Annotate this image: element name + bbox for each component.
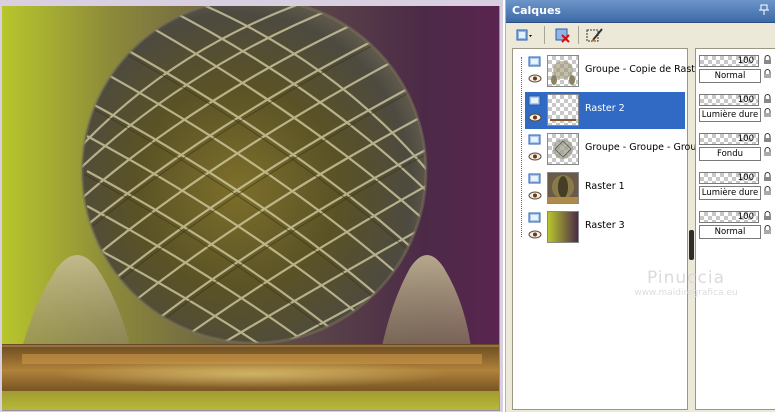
lock-icon[interactable] — [763, 94, 772, 104]
opacity-slider[interactable]: 100 — [699, 55, 759, 67]
opacity-value: 100 — [737, 95, 754, 105]
new-layer-icon — [516, 29, 532, 41]
artwork-image[interactable] — [2, 6, 500, 411]
delete-layer-button[interactable] — [552, 26, 574, 46]
group-tree-line — [521, 57, 523, 237]
layer-name: Raster 3 — [585, 220, 625, 231]
visibility-eye-icon[interactable] — [528, 230, 542, 239]
layer-properties: 100 Fondu — [699, 131, 773, 165]
blend-mode-select[interactable]: Normal — [699, 225, 761, 239]
opacity-value: 100 — [737, 173, 754, 183]
palette-title-bar[interactable]: Calques — [506, 0, 775, 23]
link-icon[interactable] — [763, 108, 772, 118]
layer-row[interactable]: Raster 3 — [525, 209, 685, 246]
panel-splitter[interactable] — [689, 48, 693, 410]
visibility-eye-icon[interactable] — [528, 191, 542, 200]
link-icon[interactable] — [763, 186, 772, 196]
layer-row[interactable]: Groupe - Groupe - Groupe — [525, 131, 708, 168]
layer-type-icon[interactable] — [528, 95, 542, 106]
layer-thumbnail — [547, 55, 579, 87]
layer-properties: 100 Normal — [699, 53, 773, 87]
blend-mode-select[interactable]: Lumière dure — [699, 186, 761, 200]
toolbar-separator — [578, 26, 579, 44]
opacity-value: 100 — [737, 212, 754, 222]
link-icon[interactable] — [763, 69, 772, 79]
layer-thumbnail — [547, 172, 579, 204]
link-icon[interactable] — [763, 225, 772, 235]
lock-icon[interactable] — [763, 133, 772, 143]
lock-icon[interactable] — [763, 55, 772, 65]
pin-icon[interactable] — [759, 4, 770, 16]
layer-thumbnail — [547, 133, 579, 165]
opacity-slider[interactable]: 100 — [699, 133, 759, 145]
palette-title: Calques — [512, 4, 561, 17]
visibility-eye-icon[interactable] — [528, 74, 542, 83]
edit-selection-icon — [586, 28, 603, 42]
blend-mode-select[interactable]: Lumière dure — [699, 108, 761, 122]
layer-type-icon[interactable] — [528, 134, 542, 145]
layers-list[interactable]: Groupe - Copie de Raster Raster 2 Groupe -… — [512, 48, 708, 410]
lock-icon[interactable] — [763, 172, 772, 182]
splitter-grip[interactable] — [689, 230, 694, 260]
lock-icon[interactable] — [763, 211, 772, 221]
layer-name: Groupe - Copie de Raster — [585, 64, 705, 75]
delete-layer-icon — [555, 28, 570, 43]
opacity-value: 100 — [737, 56, 754, 66]
opacity-slider[interactable]: 100 — [699, 94, 759, 106]
edit-selection-button[interactable] — [584, 26, 606, 46]
layer-type-icon[interactable] — [528, 212, 542, 223]
layer-properties-column: 100 Normal 100 Lumière dure 100 Fondu 100 Lumiè… — [695, 48, 775, 410]
new-layer-button[interactable] — [514, 26, 536, 46]
image-canvas[interactable] — [0, 0, 503, 412]
layer-type-icon[interactable] — [528, 173, 542, 184]
opacity-slider[interactable]: 100 — [699, 211, 759, 223]
layer-thumbnail — [547, 94, 579, 126]
layer-row[interactable]: Raster 1 — [525, 170, 685, 207]
layer-properties: 100 Lumière dure — [699, 92, 773, 126]
layer-properties: 100 Normal — [699, 209, 773, 243]
layer-thumbnail — [547, 211, 579, 243]
layer-properties: 100 Lumière dure — [699, 170, 773, 204]
layer-type-icon[interactable] — [528, 56, 542, 67]
layer-name: Raster 2 — [585, 103, 625, 114]
opacity-value: 100 — [737, 134, 754, 144]
opacity-slider[interactable]: 100 — [699, 172, 759, 184]
layers-palette: Calques Groupe - Copie de Raster Raster … — [505, 0, 775, 412]
blend-mode-select[interactable]: Fondu — [699, 147, 761, 161]
layer-name: Raster 1 — [585, 181, 625, 192]
blend-mode-select[interactable]: Normal — [699, 69, 761, 83]
palette-toolbar — [506, 23, 775, 47]
link-icon[interactable] — [763, 147, 772, 157]
visibility-eye-icon[interactable] — [528, 113, 542, 122]
layer-row[interactable]: Raster 2 — [525, 92, 685, 129]
toolbar-separator — [544, 26, 545, 44]
visibility-eye-icon[interactable] — [528, 152, 542, 161]
layer-row[interactable]: Groupe - Copie de Raster — [525, 53, 705, 90]
